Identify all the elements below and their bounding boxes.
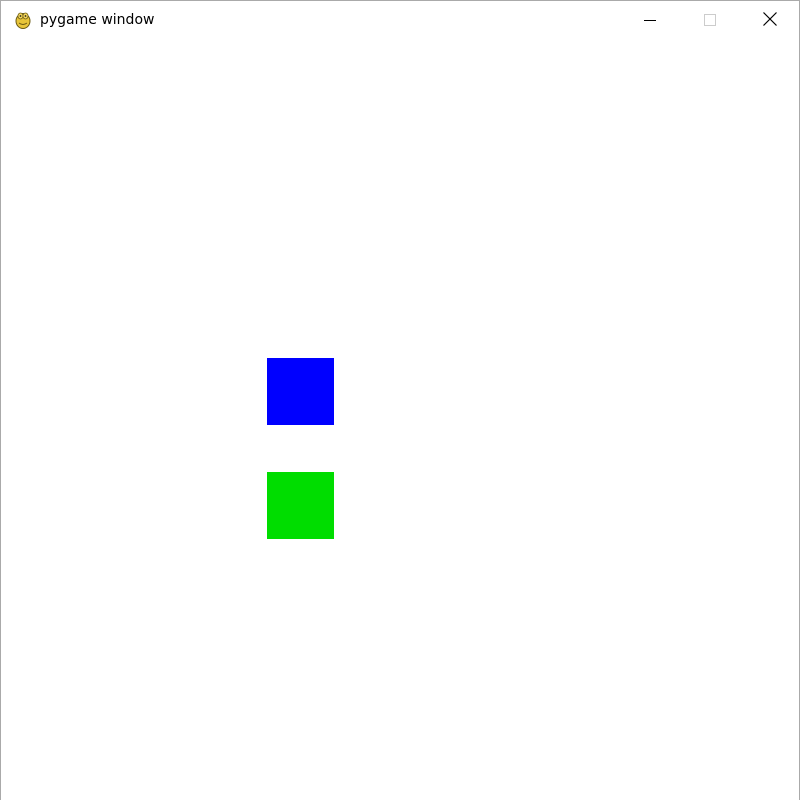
close-button[interactable] [747, 1, 793, 39]
window-title: pygame window [40, 12, 155, 28]
minimize-button[interactable] [627, 1, 673, 39]
close-icon [763, 11, 777, 30]
pygame-window: pygame window [0, 0, 800, 800]
title-bar[interactable]: pygame window [1, 1, 799, 39]
maximize-button[interactable] [687, 1, 733, 39]
blue-square [267, 358, 334, 425]
game-canvas[interactable] [1, 39, 799, 800]
maximize-icon [704, 11, 716, 30]
minimize-icon [644, 11, 656, 30]
pygame-snake-icon [13, 10, 33, 30]
green-square [267, 472, 334, 539]
